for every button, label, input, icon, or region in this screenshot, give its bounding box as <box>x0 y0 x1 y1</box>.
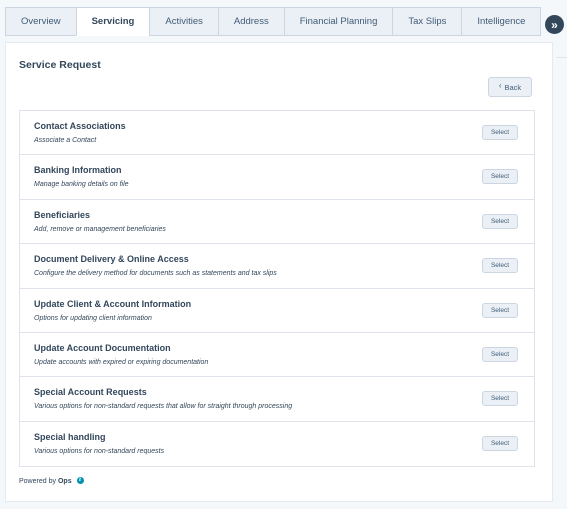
brand-name: Ops <box>57 478 72 485</box>
request-title: Contact Associations <box>34 121 126 131</box>
request-title: Beneficiaries <box>34 209 91 220</box>
chevron-left-icon: ‹ <box>498 81 502 90</box>
list-item: Contact Associations Associate a Contact… <box>20 111 534 156</box>
tab-address[interactable]: Address <box>217 7 284 36</box>
request-description: Update accounts with expired or expiring… <box>34 358 209 366</box>
tab-overview[interactable]: Overview <box>5 7 76 36</box>
select-button[interactable]: Select <box>482 435 518 451</box>
select-button[interactable]: Select <box>482 346 518 362</box>
list-item: Banking Information Manage banking detai… <box>20 155 534 200</box>
page-title: Service Request <box>19 59 101 71</box>
request-title: Special handling <box>34 431 106 442</box>
divider <box>556 57 567 58</box>
service-request-card: Service Request ‹ Back Contact Associati… <box>5 42 553 502</box>
request-description: Configure the delivery method for docume… <box>34 270 277 278</box>
request-description: Various options for non-standard request… <box>34 447 165 455</box>
request-description: Associate a Contact <box>34 137 97 144</box>
request-description: Various options for non-standard request… <box>34 403 293 411</box>
back-button-label: Back <box>504 82 522 92</box>
select-button[interactable]: Select <box>482 125 518 140</box>
tab-bar: Overview Servicing Activities Address Fi… <box>5 7 542 36</box>
select-button[interactable]: Select <box>482 169 518 185</box>
request-title: Update Account Documentation <box>34 342 171 353</box>
select-button[interactable]: Select <box>482 213 518 229</box>
tab-intelligence[interactable]: Intelligence <box>461 7 542 36</box>
request-title: Banking Information <box>34 165 122 176</box>
tab-activities[interactable]: Activities <box>149 7 218 36</box>
back-button[interactable]: ‹ Back <box>488 77 532 97</box>
request-description: Add, remove or management beneficiaries <box>34 225 166 233</box>
info-icon[interactable]: i <box>76 476 84 484</box>
request-title: Special Account Requests <box>34 387 147 398</box>
request-title: Update Client & Account Information <box>34 298 192 309</box>
list-item: Document Delivery & Online Access Config… <box>20 244 534 289</box>
select-button[interactable]: Select <box>482 391 518 407</box>
list-item: Update Account Documentation Update acco… <box>20 333 534 378</box>
tab-financial-planning[interactable]: Financial Planning <box>283 7 393 36</box>
service-request-list: Contact Associations Associate a Contact… <box>19 110 535 468</box>
select-button[interactable]: Select <box>482 302 518 318</box>
tab-servicing[interactable]: Servicing <box>75 7 150 36</box>
request-description: Options for updating client information <box>34 314 152 322</box>
list-item: Update Client & Account Information Opti… <box>20 289 534 333</box>
list-item: Beneficiaries Add, remove or management … <box>20 200 534 245</box>
request-title: Document Delivery & Online Access <box>34 254 189 265</box>
collapse-sidebar-button[interactable]: » <box>545 15 564 34</box>
list-item: Special handling Various options for non… <box>20 422 534 466</box>
list-item: Special Account Requests Various options… <box>20 377 534 422</box>
request-description: Manage banking details on file <box>34 181 129 189</box>
powered-by: Powered by Ops i <box>19 476 84 485</box>
double-chevron-right-icon: » <box>551 17 558 32</box>
powered-by-label: Powered by <box>19 478 56 485</box>
tab-tax-slips[interactable]: Tax Slips <box>392 7 462 36</box>
select-button[interactable]: Select <box>482 258 518 274</box>
